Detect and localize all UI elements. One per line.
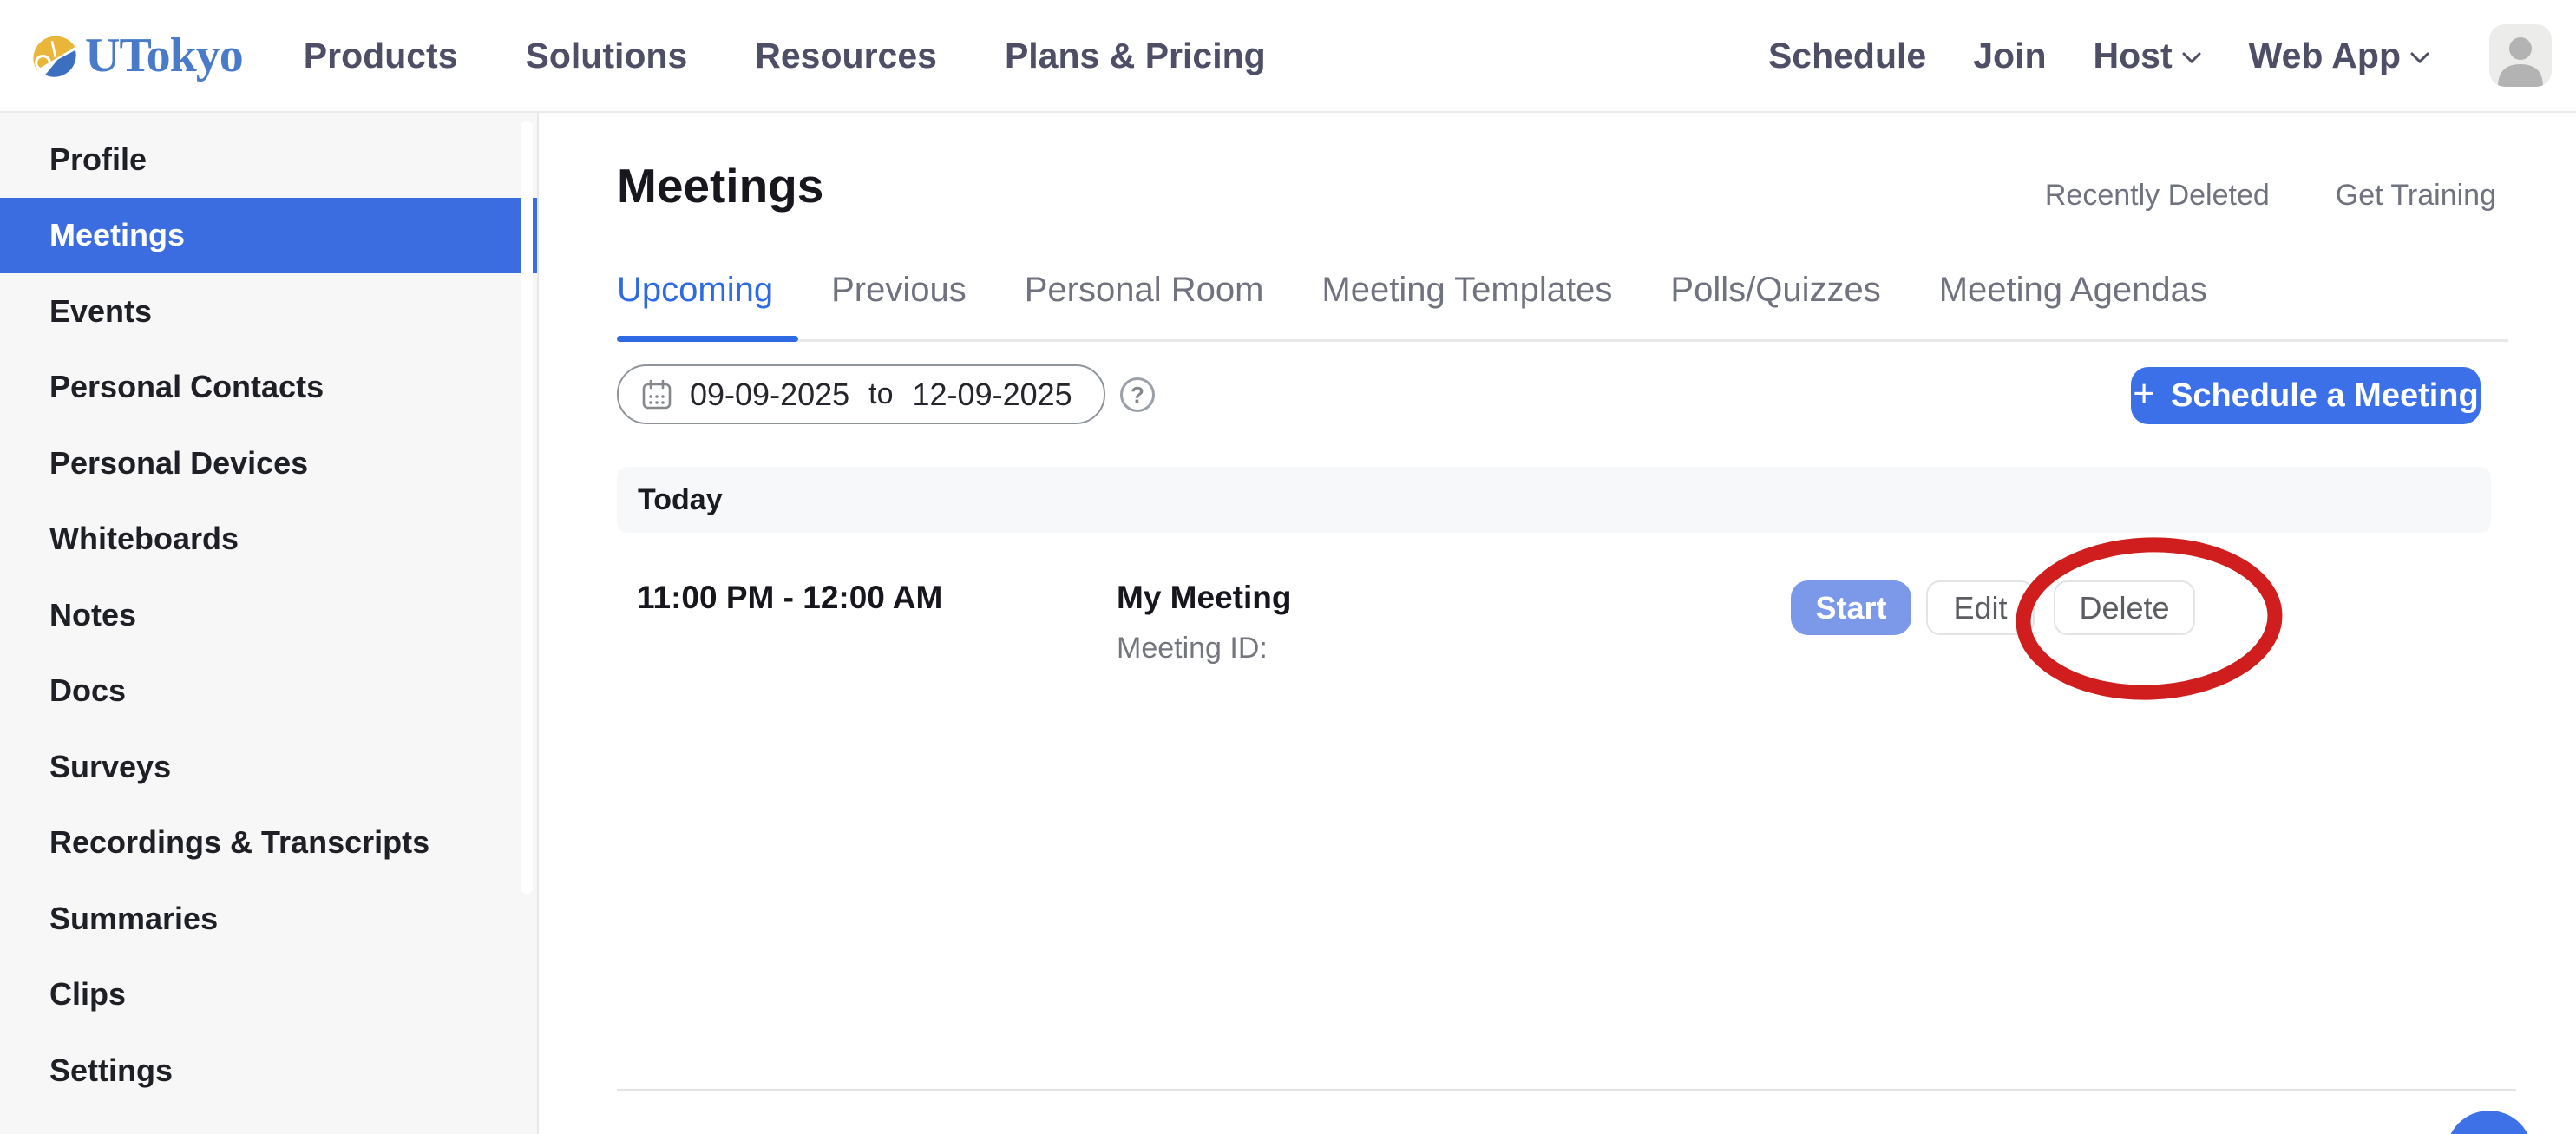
tab-polls-quizzes[interactable]: Polls/Quizzes	[1670, 271, 1880, 336]
today-section-header: Today	[617, 467, 2491, 533]
sidebar-item-settings[interactable]: Settings	[0, 1032, 537, 1109]
today-label: Today	[638, 483, 723, 517]
person-icon	[2489, 24, 2552, 87]
nav-products[interactable]: Products	[304, 36, 458, 76]
meetings-page: Meetings Recently Deleted Get Training U…	[539, 113, 2576, 1134]
settings-sidebar: Profile Meetings Events Personal Contact…	[0, 113, 539, 1134]
sidebar-item-personal-contacts[interactable]: Personal Contacts	[0, 350, 537, 426]
sidebar-item-summaries[interactable]: Summaries	[0, 881, 537, 957]
tab-personal-room[interactable]: Personal Room	[1025, 271, 1264, 336]
tab-meeting-agendas[interactable]: Meeting Agendas	[1939, 271, 2207, 336]
sidebar-item-recordings-transcripts[interactable]: Recordings & Transcripts	[0, 805, 537, 882]
top-navigation: UTokyo Products Solutions Resources Plan…	[0, 0, 2576, 113]
edit-button[interactable]: Edit	[1926, 580, 2035, 635]
calendar-icon	[641, 379, 672, 410]
tab-previous[interactable]: Previous	[831, 271, 967, 336]
nav-webapp-menu[interactable]: Web App	[2249, 36, 2430, 76]
nav-resources[interactable]: Resources	[755, 36, 937, 76]
sidebar-item-meetings[interactable]: Meetings	[0, 198, 537, 274]
content-bottom-divider	[617, 1089, 2516, 1091]
question-mark-glyph: ?	[1131, 382, 1144, 409]
nav-webapp-label: Web App	[2249, 36, 2401, 76]
nav-host-label: Host	[2094, 36, 2173, 76]
primary-nav: Products Solutions Resources Plans & Pri…	[304, 36, 1266, 76]
sidebar-item-events[interactable]: Events	[0, 273, 537, 350]
utokyo-logo[interactable]: UTokyo	[33, 28, 243, 83]
sidebar-item-notes[interactable]: Notes	[0, 577, 537, 653]
schedule-a-meeting-label: Schedule a Meeting	[2171, 377, 2479, 415]
chevron-down-icon	[2181, 51, 2202, 65]
sidebar-item-profile[interactable]: Profile	[0, 121, 537, 198]
meeting-time: 11:00 PM - 12:00 AM	[637, 580, 942, 616]
page-title: Meetings	[617, 158, 823, 213]
recently-deleted-link[interactable]: Recently Deleted	[2045, 179, 2270, 213]
get-training-link[interactable]: Get Training	[2336, 179, 2496, 213]
start-button[interactable]: Start	[1791, 580, 1911, 635]
nav-join[interactable]: Join	[1973, 36, 2046, 76]
plus-icon: +	[2133, 377, 2155, 411]
tabs-underline-track	[617, 339, 2508, 342]
tab-upcoming[interactable]: Upcoming	[617, 271, 773, 336]
delete-button[interactable]: Delete	[2054, 580, 2195, 635]
nav-schedule[interactable]: Schedule	[1768, 36, 1926, 76]
meeting-title[interactable]: My Meeting	[1117, 580, 1291, 616]
zoom-web-portal: UTokyo Products Solutions Resources Plan…	[0, 0, 2576, 1134]
date-range-picker[interactable]: 09-09-2025 to 12-09-2025	[617, 364, 1105, 424]
sidebar-item-personal-devices[interactable]: Personal Devices	[0, 425, 537, 501]
chevron-down-icon	[2409, 51, 2430, 65]
schedule-a-meeting-button[interactable]: + Schedule a Meeting	[2131, 367, 2481, 424]
date-from-value[interactable]: 09-09-2025	[690, 377, 849, 413]
logo-wordmark: UTokyo	[85, 28, 243, 83]
nav-schedule-label: Schedule	[1768, 36, 1926, 76]
nav-host-menu[interactable]: Host	[2094, 36, 2202, 76]
sidebar-item-whiteboards[interactable]: Whiteboards	[0, 501, 537, 578]
tab-meeting-templates[interactable]: Meeting Templates	[1321, 271, 1612, 336]
secondary-nav: Schedule Join Host Web App	[1768, 24, 2552, 87]
user-avatar[interactable]	[2489, 24, 2552, 87]
meetings-tabs: Upcoming Previous Personal Room Meeting …	[617, 271, 2207, 336]
help-icon[interactable]: ?	[1120, 377, 1155, 412]
date-to-value[interactable]: 12-09-2025	[913, 377, 1072, 413]
support-fab-button[interactable]	[2446, 1111, 2533, 1134]
date-range-to-label: to	[867, 377, 895, 411]
utokyo-ginkgo-icon	[33, 33, 78, 78]
sidebar-item-docs[interactable]: Docs	[0, 653, 537, 730]
sidebar-item-surveys[interactable]: Surveys	[0, 729, 537, 805]
tab-active-indicator	[617, 336, 798, 342]
meeting-id-label: Meeting ID:	[1117, 632, 1268, 665]
nav-plans-pricing[interactable]: Plans & Pricing	[1005, 36, 1266, 76]
sidebar-item-clips[interactable]: Clips	[0, 957, 537, 1033]
page-top-links: Recently Deleted Get Training	[2045, 179, 2496, 213]
sidebar-scrollbar[interactable]	[521, 121, 533, 894]
nav-join-label: Join	[1973, 36, 2046, 76]
nav-solutions[interactable]: Solutions	[526, 36, 688, 76]
